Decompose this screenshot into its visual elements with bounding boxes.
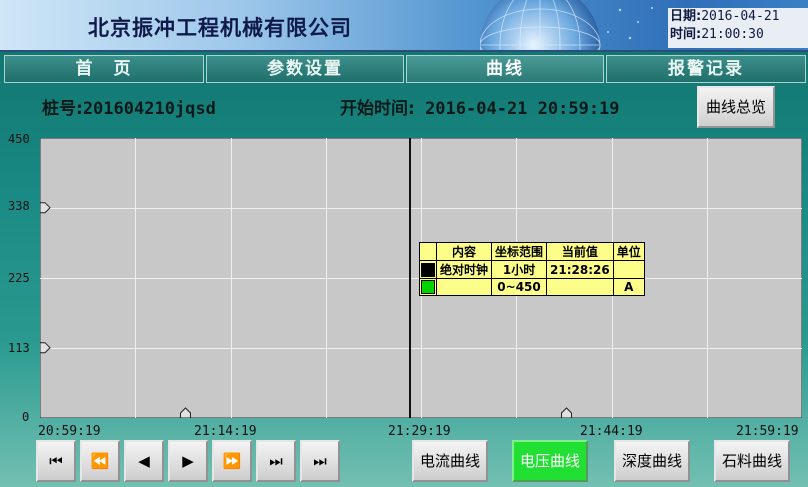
step-backward-icon: ◀ [138,452,150,470]
legend-swatch [421,280,435,295]
legend-content: 绝对时钟 [435,260,493,279]
legend-row: 绝对时钟 1小时 21:28:26 [419,260,645,279]
tab-curves[interactable]: 曲线 [406,55,604,83]
start-time: 开始时间: 2016-04-21 20:59:19 [340,94,620,119]
legend-swatch-cell [419,278,437,296]
last-page-button[interactable]: ⏭ [256,440,296,482]
legend-table: 内容 坐标范围 当前值 单位 绝对时钟 1小时 21:28:26 0~450 A [419,242,645,296]
legend-row: 0~450 A [419,278,645,296]
skip-first-icon: ⏮ [49,452,63,470]
legend-header-content: 内容 [435,242,493,261]
start-time-value: 2016-04-21 20:59:19 [425,99,620,119]
pile-number: 桩号:201604210jqsd [42,94,216,119]
play-icon: ▶ [182,452,194,470]
voltage-curve-button[interactable]: 电压曲线 [512,440,588,482]
legend-range: 0~450 [491,278,548,296]
current-curve-button[interactable]: 电流曲线 [412,440,488,482]
pile-value: 201604210jqsd [82,99,216,119]
y-tick-label: 113 [8,341,30,355]
fast-forward-icon: ⏩ [222,452,242,470]
time-value: 21:00:30 [701,27,764,42]
legend-current: 21:28:26 [546,260,614,279]
play-button[interactable]: ▶ [168,440,208,482]
fast-backward-icon: ⏪ [90,452,110,470]
step-backward-button[interactable]: ◀ [124,440,164,482]
date-value: 2016-04-21 [701,9,780,24]
curve-overview-button[interactable]: 曲线总览 [697,86,775,128]
nav-bar: 首 页 参数设置 曲线 报警记录 [4,55,806,85]
legend-content [435,278,493,296]
tab-parameters[interactable]: 参数设置 [206,55,404,83]
skip-end-icon: ⏭ [313,452,327,470]
skip-last-icon: ⏭ [269,452,283,470]
legend-range: 1小时 [491,260,548,279]
legend-swatch-cell [419,260,437,279]
legend-unit [612,260,645,279]
stone-curve-button[interactable]: 石料曲线 [714,440,790,482]
start-time-label: 开始时间: [340,99,415,119]
y-tick-label: 225 [8,271,30,285]
fast-forward-button[interactable]: ⏩ [212,440,252,482]
pile-label: 桩号: [42,99,83,119]
time-label: 时间: [670,27,702,42]
x-tick-label: 21:14:19 [194,424,257,439]
globe-graphic [480,0,670,50]
legend-header-range: 坐标范围 [491,242,548,261]
x-tick-label: 21:44:19 [580,424,643,439]
header-bar: 北京振冲工程机械有限公司 日期:2016-04-21 时间:21:00:30 [0,0,808,52]
end-button[interactable]: ⏭ [300,440,340,482]
depth-curve-button[interactable]: 深度曲线 [614,440,690,482]
legend-header-swatch [419,242,437,261]
company-title: 北京振冲工程机械有限公司 [88,16,352,40]
legend-header-row: 内容 坐标范围 当前值 单位 [419,242,645,261]
x-tick-label: 20:59:19 [38,424,101,439]
y-tick-label: 450 [8,132,30,146]
x-tick-label: 21:29:19 [388,424,451,439]
y-tick-label: 338 [8,199,30,213]
legend-header-unit: 单位 [612,242,645,261]
x-tick-label: 21:59:19 [736,424,799,439]
date-label: 日期: [670,9,702,24]
tab-home[interactable]: 首 页 [4,55,204,83]
legend-unit: A [612,278,645,296]
tab-alarm-records[interactable]: 报警记录 [606,55,806,83]
legend-header-current: 当前值 [546,242,614,261]
legend-swatch [421,262,435,277]
legend-current [546,278,614,296]
first-page-button[interactable]: ⏮ [36,440,76,482]
datetime-panel: 日期:2016-04-21 时间:21:00:30 [668,8,808,48]
y-tick-label: 0 [22,410,30,424]
fast-backward-button[interactable]: ⏪ [80,440,120,482]
